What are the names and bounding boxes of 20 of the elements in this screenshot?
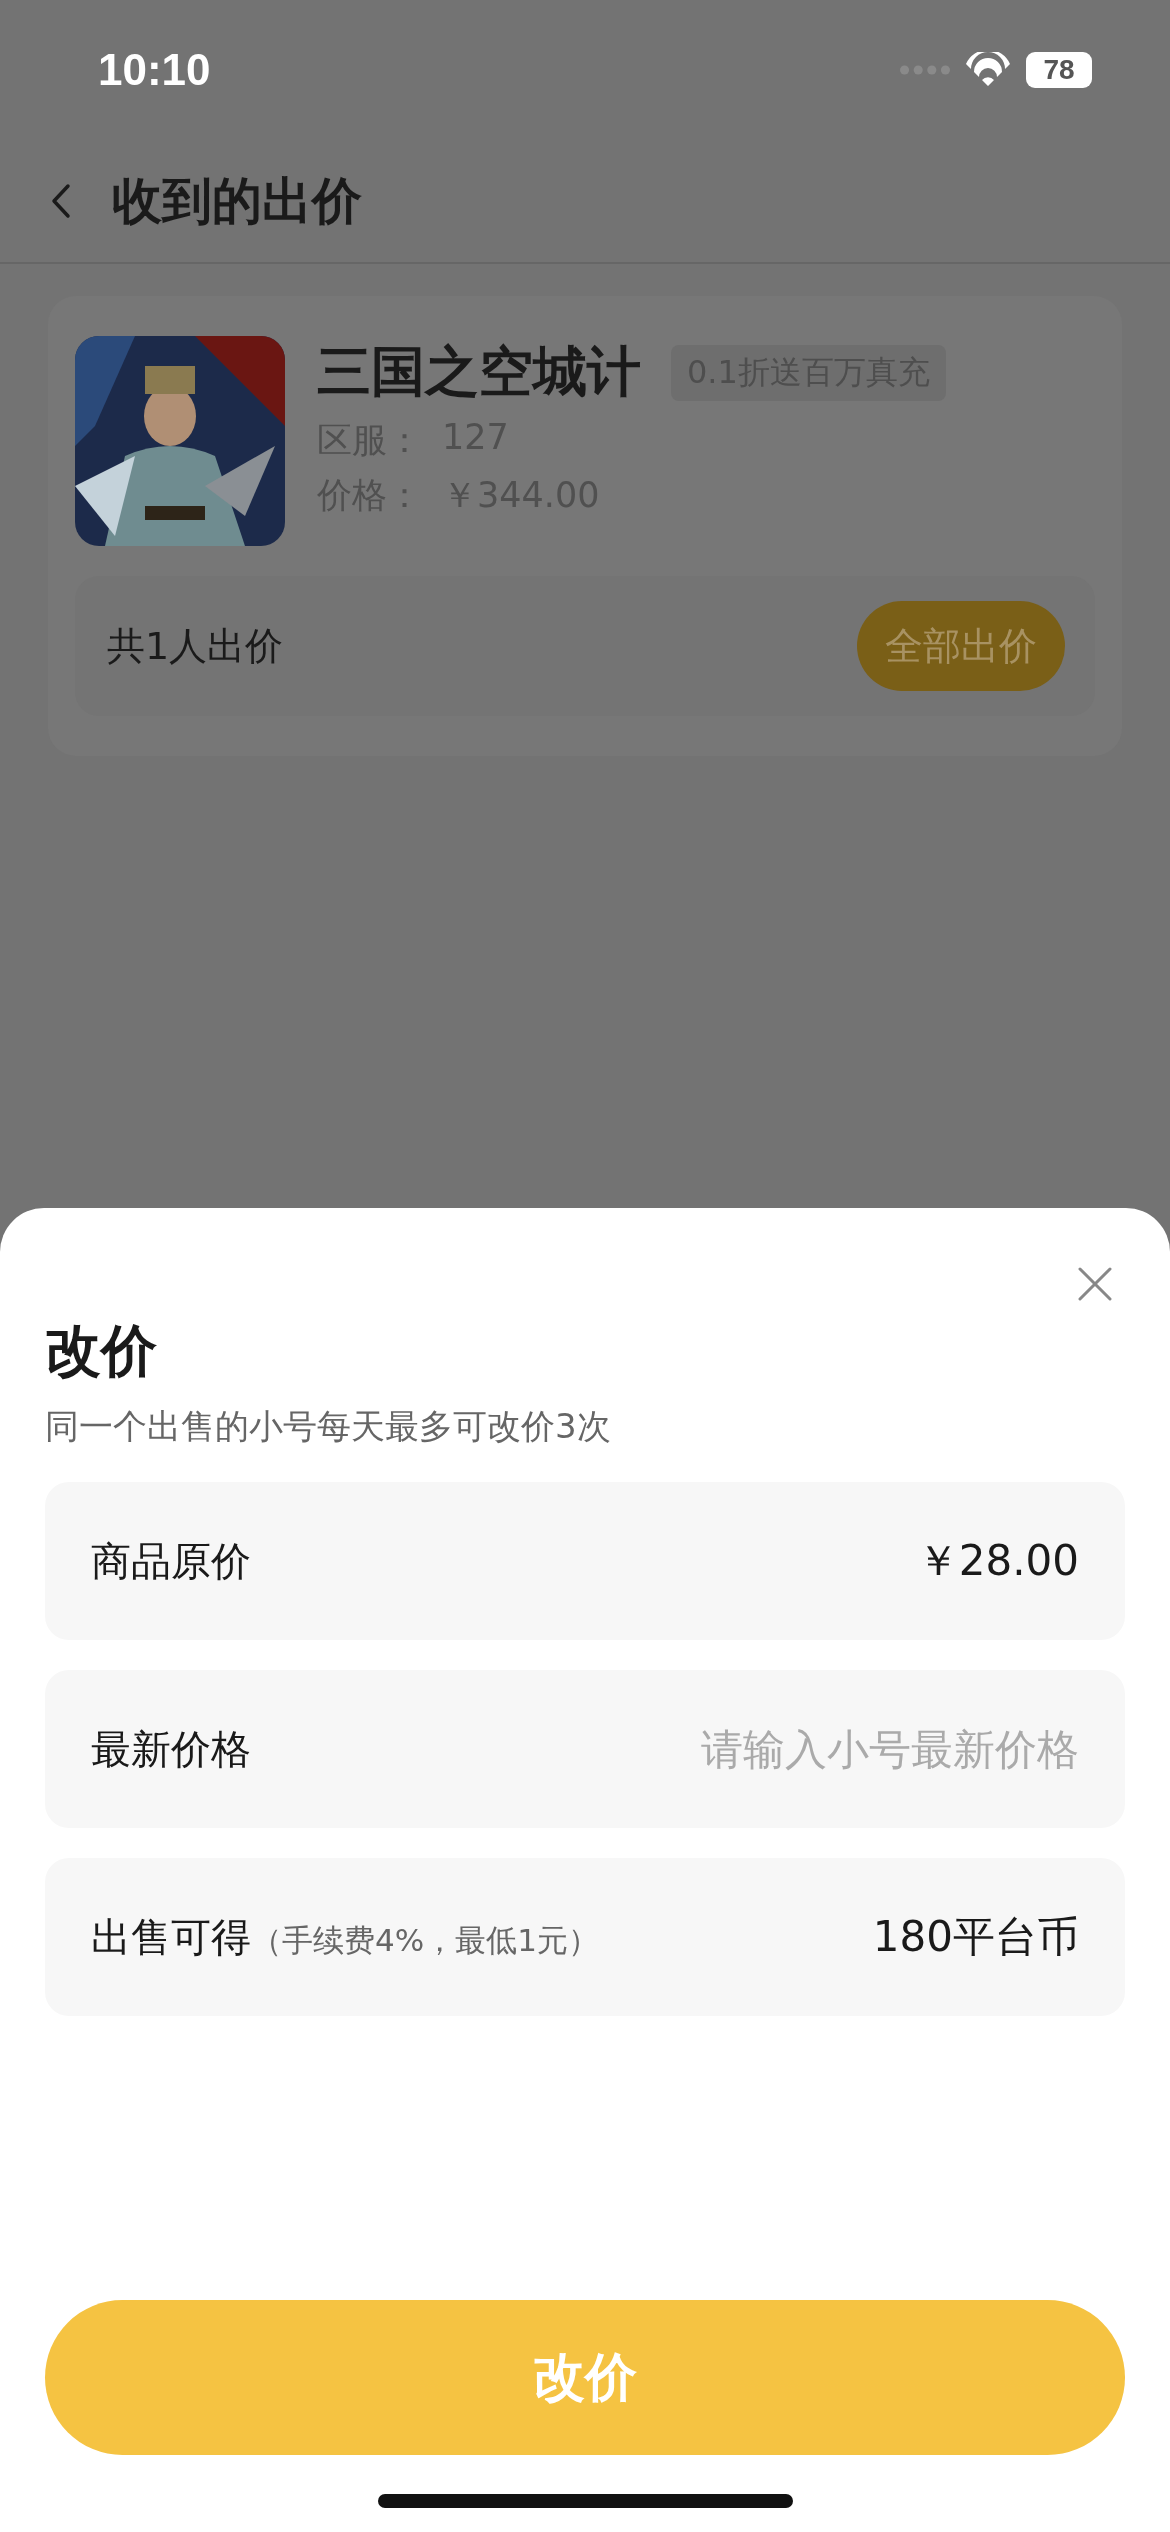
back-icon: [50, 183, 72, 219]
all-offers-button[interactable]: 全部出价: [857, 601, 1065, 691]
row-label: 出售可得: [91, 1912, 251, 1962]
sheet-title: 改价: [45, 1317, 158, 1385]
row-note: （手续费4%，最低1元）: [251, 1920, 599, 1960]
field-label: 最新价格: [91, 1724, 251, 1774]
wifi-icon: [964, 52, 1012, 88]
row-label: 商品原价: [91, 1536, 251, 1586]
sheet-subtitle: 同一个出售的小号每天最多可改价3次: [45, 1405, 612, 1448]
offer-count: 共1人出价: [107, 622, 284, 670]
game-title: 三国之空城计: [317, 339, 641, 405]
close-icon: [1077, 1266, 1113, 1302]
status-time: 10:10: [98, 45, 211, 95]
price-input-field[interactable]: 请输入小号最新价格: [519, 1724, 1079, 1774]
page-title: 收到的出价: [112, 170, 362, 232]
battery-level: 78: [1043, 54, 1075, 86]
row-value: ￥28.00: [916, 1535, 1079, 1587]
change-price-button[interactable]: 改价: [45, 2300, 1125, 2455]
close-button[interactable]: [1077, 1266, 1113, 1302]
row-value: 180平台币: [872, 1911, 1079, 1963]
